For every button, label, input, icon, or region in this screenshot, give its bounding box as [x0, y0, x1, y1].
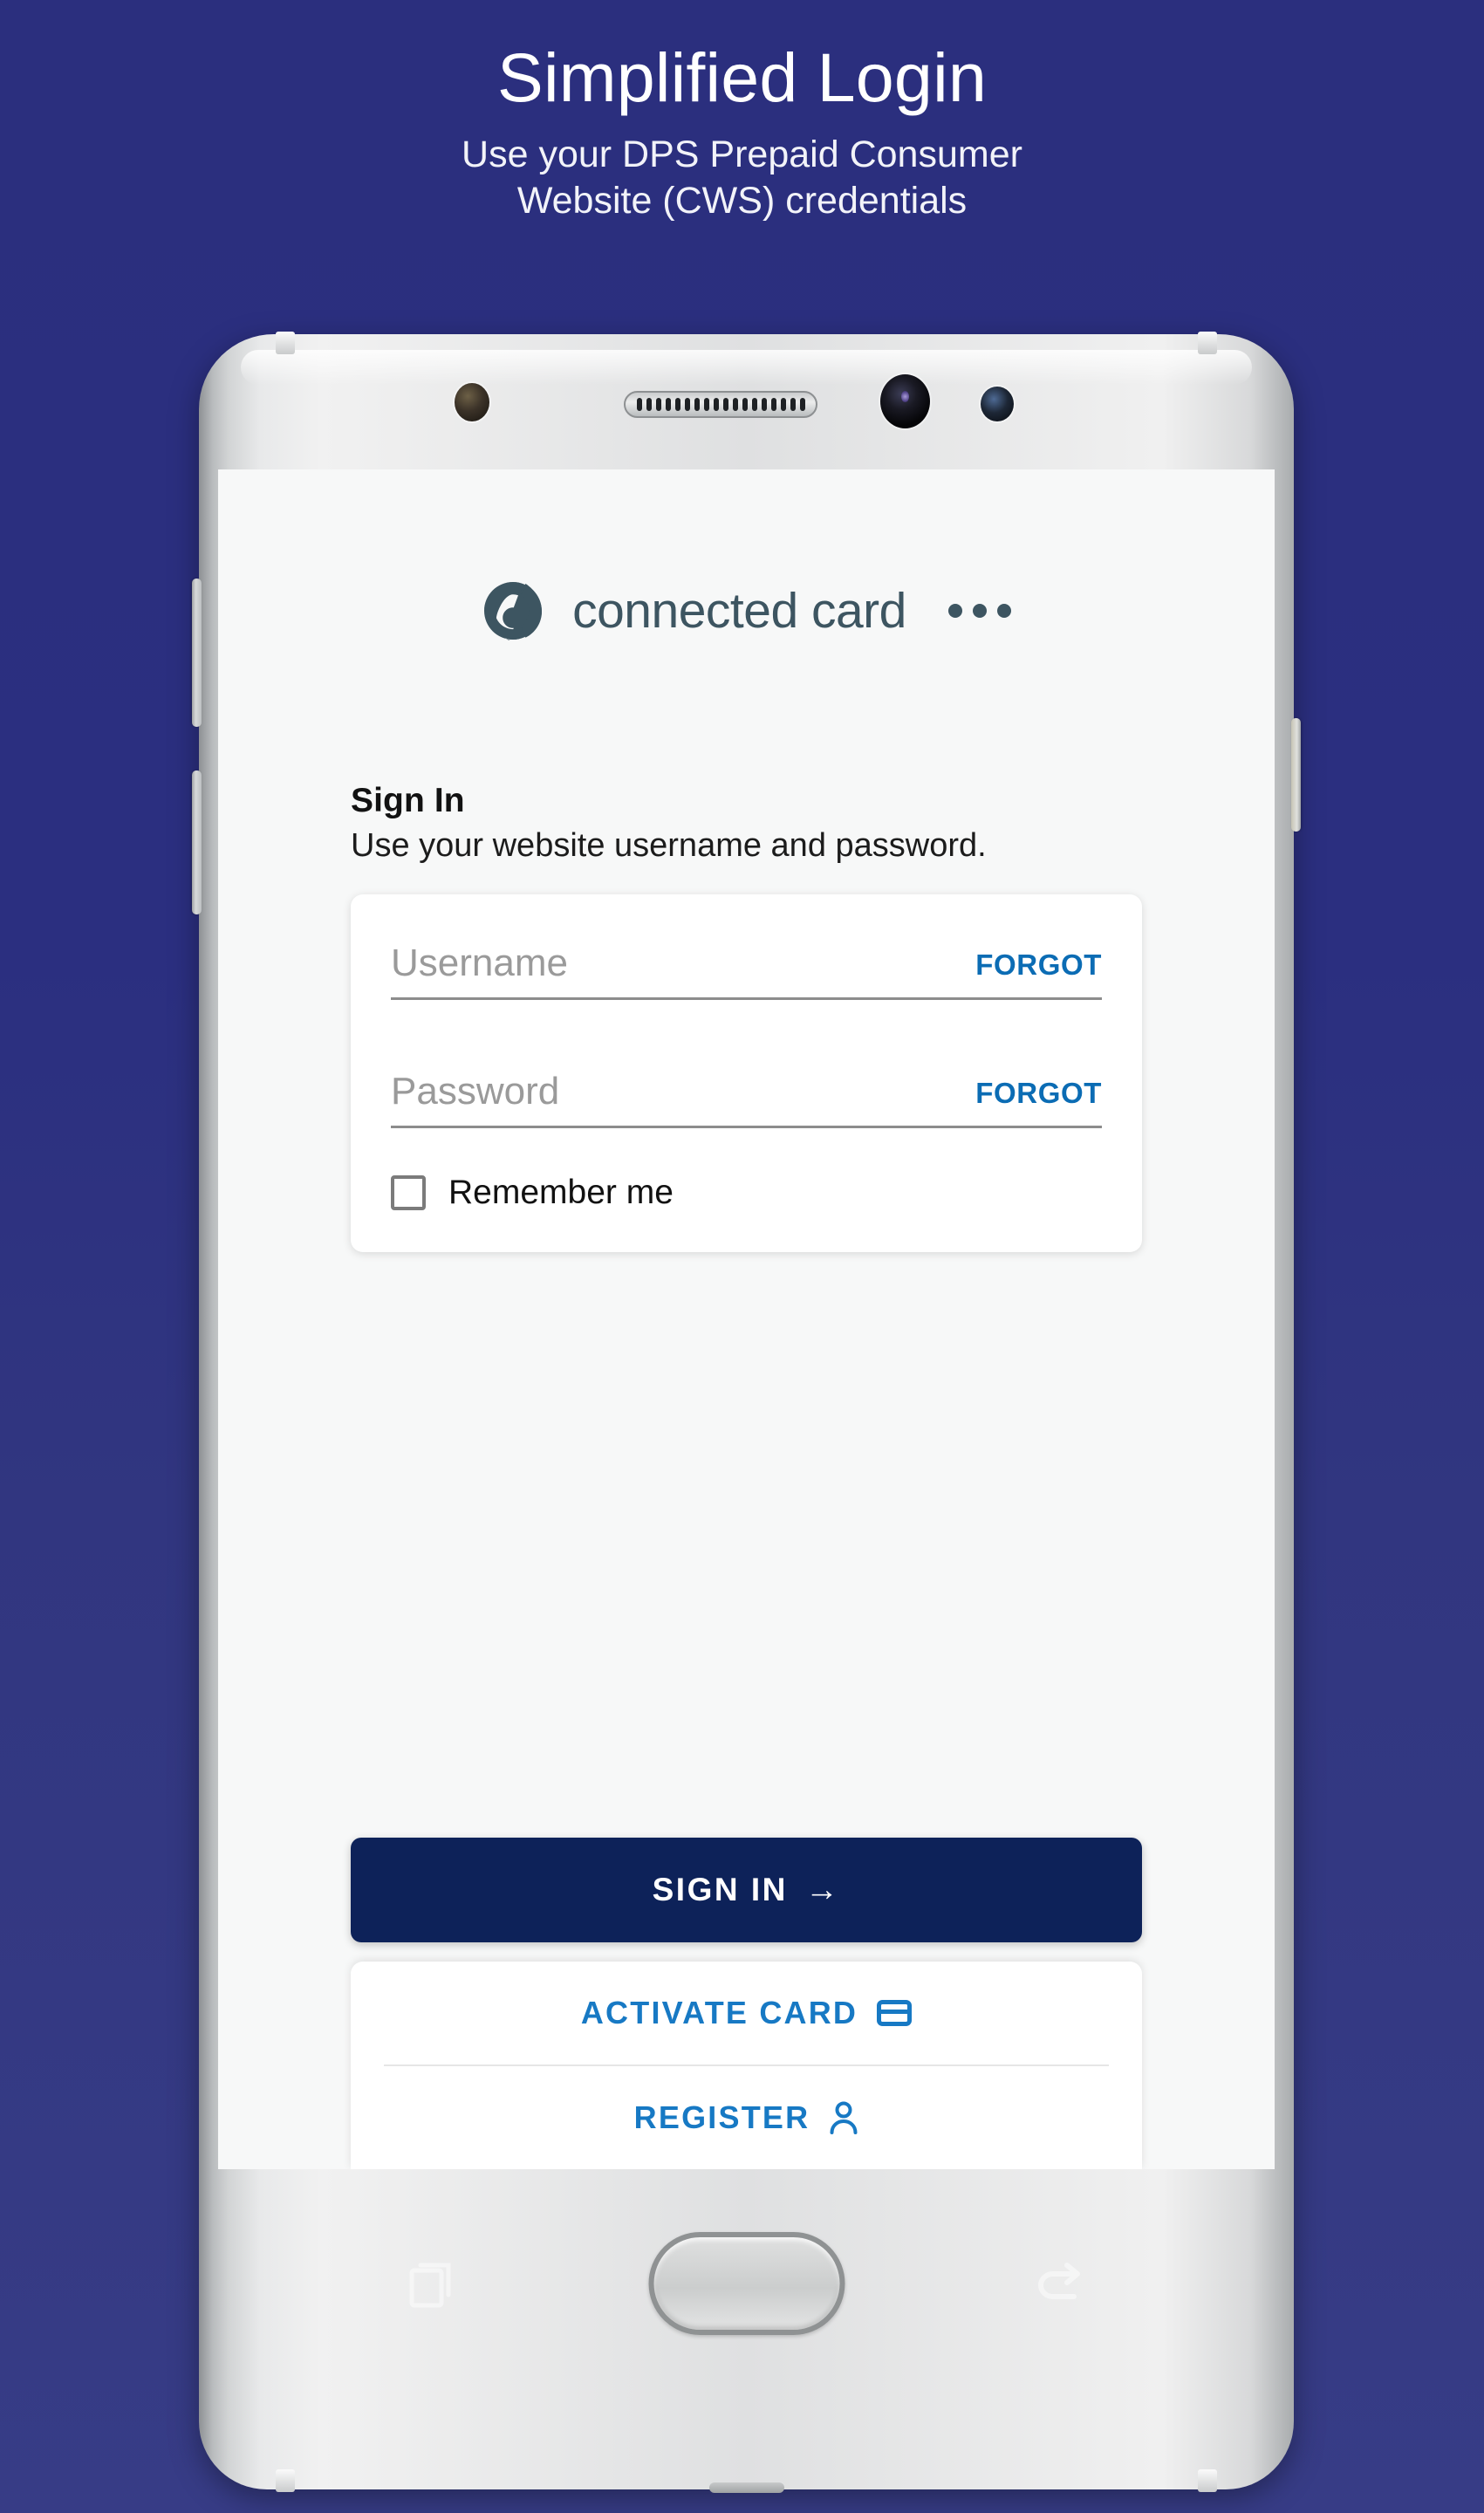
brand-name: connected card: [572, 583, 906, 639]
earpiece-speaker-icon: [624, 391, 817, 418]
power-button[interactable]: [1291, 718, 1301, 832]
connected-card-logo-icon: [482, 579, 544, 642]
signin-block: Sign In Use your website username and pa…: [218, 782, 1275, 865]
username-field-row: FORGOT: [391, 942, 1102, 1000]
volume-down-button[interactable]: [192, 770, 202, 914]
username-input[interactable]: [391, 942, 976, 985]
ir-sensor-icon: [455, 383, 489, 421]
remember-me-checkbox[interactable]: [391, 1175, 426, 1210]
remember-me-label: Remember me: [448, 1174, 674, 1211]
light-sensor-icon: [981, 387, 1014, 421]
register-button[interactable]: REGISTER: [389, 2066, 1104, 2169]
activate-card-button[interactable]: ACTIVATE CARD: [389, 1962, 1104, 2064]
phone-bottom-bezel: [199, 2169, 1294, 2493]
page-title: Simplified Login: [497, 38, 987, 116]
remember-me-row[interactable]: Remember me: [391, 1174, 1102, 1212]
password-input[interactable]: [391, 1070, 976, 1113]
phone-mockup: connected card Sign In Use your website …: [192, 332, 1301, 2493]
overflow-menu-icon[interactable]: [947, 604, 1011, 618]
front-camera-icon: [880, 374, 930, 428]
phone-top-bezel: [199, 334, 1294, 469]
forgot-password-link[interactable]: FORGOT: [975, 1077, 1102, 1113]
activate-card-label: ACTIVATE CARD: [580, 1995, 858, 2030]
promo-subtitle: Use your DPS Prepaid Consumer Website (C…: [0, 132, 1484, 223]
user-icon: [829, 2101, 858, 2134]
sign-in-button[interactable]: SIGN IN →: [351, 1838, 1142, 1942]
arrow-right-icon: →: [804, 1872, 841, 1908]
screen-actions: SIGN IN → ACTIVATE CARD REGISTER: [351, 1838, 1142, 2169]
signin-heading: Sign In: [351, 782, 465, 819]
credit-card-icon: [877, 2000, 913, 2026]
sign-in-button-label: SIGN IN: [652, 1872, 788, 1907]
promo-subtitle-line-1: Use your DPS Prepaid Consumer: [462, 134, 1022, 176]
back-icon[interactable]: [1030, 2253, 1091, 2314]
usb-port: [708, 2482, 784, 2493]
recents-icon[interactable]: [401, 2253, 462, 2314]
signin-subheading: Use your website username and password.: [351, 827, 987, 864]
password-field-row: FORGOT: [391, 1070, 1102, 1128]
app-header: connected card: [218, 469, 1275, 642]
volume-up-button[interactable]: [192, 579, 202, 727]
phone-screen: connected card Sign In Use your website …: [218, 469, 1275, 2169]
secondary-actions-card: ACTIVATE CARD REGISTER: [351, 1962, 1142, 2169]
forgot-username-link[interactable]: FORGOT: [975, 948, 1102, 985]
promo-header: Simplified Login Use your DPS Prepaid Co…: [0, 0, 1484, 223]
register-label: REGISTER: [633, 2099, 810, 2135]
promo-subtitle-line-2: Website (CWS) credentials: [516, 179, 968, 222]
home-button[interactable]: [648, 2232, 845, 2335]
credentials-card: FORGOT FORGOT Remember me: [351, 894, 1142, 1252]
